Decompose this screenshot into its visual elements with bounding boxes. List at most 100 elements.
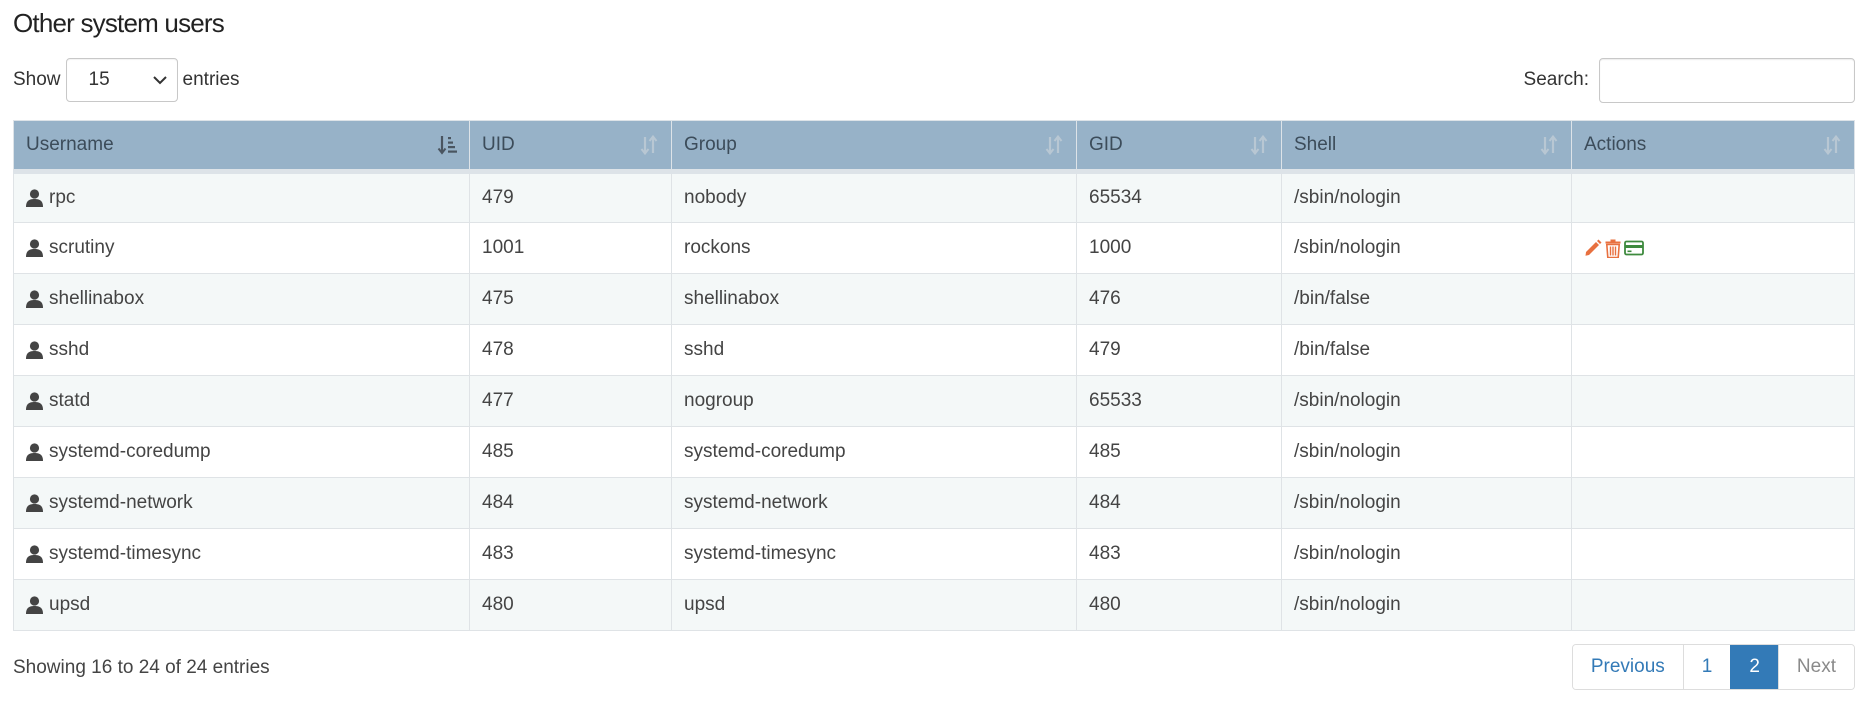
cell-group: rockons: [671, 222, 1077, 274]
user-icon: [26, 341, 43, 359]
page-1-button[interactable]: 1: [1682, 645, 1731, 689]
page: Other system users Show 15 entries Searc…: [0, 0, 1868, 702]
cell-gid: 476: [1076, 273, 1282, 325]
table-row: upsd 480 upsd 480/sbin/nologin: [13, 579, 1855, 631]
username-text: rpc: [49, 187, 76, 208]
sort-both-icon: [640, 134, 658, 156]
table-row: systemd-network 484 systemd-network 484/sbi…: [13, 477, 1855, 529]
cell-username: statd: [13, 375, 470, 427]
cell-shell: /sbin/nologin: [1281, 375, 1572, 427]
cell-username: scrutiny: [13, 222, 470, 274]
column-header-label: UID: [482, 134, 515, 155]
cell-group: shellinabox: [671, 273, 1077, 325]
cell-group: nogroup: [671, 375, 1077, 427]
user-icon: [26, 290, 43, 308]
cell-shell: /bin/false: [1281, 324, 1572, 376]
sort-ascending-icon: [437, 136, 457, 155]
previous-page-button[interactable]: Previous: [1572, 645, 1683, 689]
column-header-label: Username: [26, 134, 114, 155]
cell-group: systemd-coredump: [671, 426, 1077, 478]
page-title: Other system users: [13, 8, 225, 38]
cell-uid: 480: [469, 579, 672, 631]
column-header-username[interactable]: Username: [13, 120, 470, 174]
column-header-shell[interactable]: Shell: [1281, 120, 1572, 174]
cell-actions: [1571, 477, 1855, 529]
cell-group: systemd-timesync: [671, 528, 1077, 580]
show-label: Show: [13, 69, 61, 90]
column-header-label: Shell: [1294, 134, 1337, 155]
cell-shell: /sbin/nologin: [1281, 426, 1572, 478]
pagination: Previous 1 2 Next: [1571, 644, 1855, 690]
column-header-gid[interactable]: GID: [1076, 120, 1282, 174]
cell-gid: 479: [1076, 324, 1282, 376]
cell-gid: 65534: [1076, 171, 1282, 223]
column-header-label: Actions: [1584, 134, 1647, 155]
credit-card-icon[interactable]: [1624, 240, 1644, 256]
edit-icon[interactable]: [1584, 239, 1602, 257]
cell-actions: [1571, 579, 1855, 631]
user-icon: [26, 545, 43, 563]
username-text: systemd-network: [49, 492, 193, 513]
cell-uid: 485: [469, 426, 672, 478]
user-icon: [26, 392, 43, 410]
cell-uid: 479: [469, 171, 672, 223]
column-header-uid[interactable]: UID: [469, 120, 672, 174]
cell-shell: /sbin/nologin: [1281, 528, 1572, 580]
search-input[interactable]: [1599, 57, 1855, 103]
cell-username: systemd-network: [13, 477, 470, 529]
table-row: systemd-timesync 483 systemd-timesync 483/s…: [13, 528, 1855, 580]
username-text: systemd-coredump: [49, 441, 211, 462]
page-2-button[interactable]: 2: [1730, 645, 1778, 689]
cell-gid: 1000: [1076, 222, 1282, 274]
column-header-label: GID: [1089, 134, 1123, 155]
length-control: Show 15 entries: [13, 58, 240, 102]
cell-actions: [1571, 222, 1855, 274]
table-info: Showing 16 to 24 of 24 entries: [13, 657, 270, 678]
entries-label: entries: [182, 69, 240, 90]
sort-both-icon: [1250, 134, 1268, 156]
entries-per-page-select[interactable]: 15: [65, 58, 178, 102]
next-page-button[interactable]: Next: [1777, 645, 1854, 689]
column-header-actions[interactable]: Actions: [1571, 120, 1855, 174]
table-row: statd 477 nogroup 65533/sbin/nologin: [13, 375, 1855, 427]
column-header-label: Group: [684, 134, 737, 155]
chevron-down-icon: [152, 76, 167, 85]
cell-actions: [1571, 273, 1855, 325]
column-header-group[interactable]: Group: [671, 120, 1077, 174]
cell-gid: 485: [1076, 426, 1282, 478]
cell-shell: /bin/false: [1281, 273, 1572, 325]
cell-actions: [1571, 528, 1855, 580]
cell-group: upsd: [671, 579, 1077, 631]
cell-username: rpc: [13, 171, 470, 223]
username-text: statd: [49, 390, 91, 411]
table-header-row: Username UID Group GID Shell Actions: [13, 120, 1855, 174]
cell-uid: 477: [469, 375, 672, 427]
user-icon: [26, 443, 43, 461]
users-table: Username UID Group GID Shell Actions rpc…: [13, 120, 1855, 631]
cell-username: upsd: [13, 579, 470, 631]
username-text: systemd-timesync: [49, 543, 202, 564]
cell-actions: [1571, 171, 1855, 223]
user-icon: [26, 239, 43, 257]
cell-username: systemd-coredump: [13, 426, 470, 478]
username-text: scrutiny: [49, 237, 115, 258]
cell-gid: 483: [1076, 528, 1282, 580]
table-row: scrutiny 1001 rockons 1000/sbin/nologin: [13, 222, 1855, 274]
cell-uid: 484: [469, 477, 672, 529]
sort-both-icon: [1823, 134, 1841, 156]
cell-gid: 480: [1076, 579, 1282, 631]
table-row: sshd 478 sshd 479/bin/false: [13, 324, 1855, 376]
cell-actions: [1571, 375, 1855, 427]
entries-per-page-value: 15: [88, 69, 110, 90]
cell-group: systemd-network: [671, 477, 1077, 529]
cell-shell: /sbin/nologin: [1281, 222, 1572, 274]
trash-icon[interactable]: [1605, 239, 1621, 258]
username-text: upsd: [49, 594, 91, 615]
cell-uid: 475: [469, 273, 672, 325]
cell-actions: [1571, 324, 1855, 376]
table-body: rpc 479 nobody 65534/sbin/nologin scrutiny 10…: [13, 171, 1855, 631]
cell-uid: 483: [469, 528, 672, 580]
table-row: rpc 479 nobody 65534/sbin/nologin: [13, 171, 1855, 223]
cell-group: sshd: [671, 324, 1077, 376]
table-row: systemd-coredump 485 systemd-coredump 485/s…: [13, 426, 1855, 478]
